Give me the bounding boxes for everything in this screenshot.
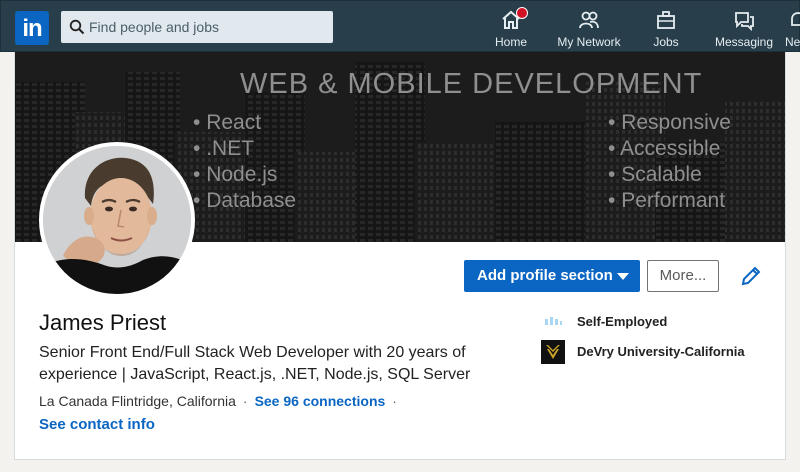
caret-down-icon	[617, 273, 629, 280]
search-placeholder: Find people and jobs	[89, 19, 219, 35]
notifications-icon	[791, 12, 800, 26]
profile-location: La Canada Flintridge, California	[39, 393, 236, 409]
nav-home-label: Home	[494, 35, 527, 49]
company-name: Self-Employed	[577, 314, 668, 329]
banner-quality: Performant	[608, 188, 731, 214]
connections-link[interactable]: See 96 connections	[255, 393, 386, 409]
banner-skill: React	[193, 110, 296, 136]
company-icon	[545, 317, 562, 325]
banner-skill: Node.js	[193, 162, 296, 188]
banner-quality: Scalable	[608, 162, 731, 188]
edit-pencil-icon[interactable]	[739, 264, 763, 288]
banner-quality: Responsive	[608, 110, 731, 136]
banner-skill: .NET	[193, 136, 296, 162]
nav-jobs[interactable]: Jobs	[646, 9, 686, 51]
profile-headline: Senior Front End/Full Stack Web Develope…	[39, 344, 471, 383]
nav-my-network-label: My Network	[557, 35, 621, 49]
nav-notifications-label: Ne	[785, 35, 800, 49]
search-input[interactable]: Find people and jobs	[61, 11, 333, 43]
search-icon	[69, 19, 85, 35]
linkedin-logo[interactable]: in	[15, 11, 49, 45]
banner-qualities-list: Responsive Accessible Scalable Performan…	[608, 110, 731, 214]
nav-home[interactable]: Home	[489, 7, 533, 51]
separator-dot: ·	[242, 393, 248, 409]
nav-my-network[interactable]: My Network	[554, 9, 624, 51]
notification-badge	[516, 7, 528, 19]
profile-name: James Priest	[39, 310, 167, 335]
global-nav: in Find people and jobs Home My Network	[0, 0, 800, 52]
banner-quality: Accessible	[608, 136, 731, 162]
banner-skills-list: React .NET Node.js Database	[193, 110, 296, 214]
nav-messaging[interactable]: Messaging	[713, 9, 775, 51]
more-button[interactable]: More...	[647, 260, 719, 292]
nav-jobs-label: Jobs	[653, 35, 679, 49]
profile-meta: La Canada Flintridge, California · See 96 …	[39, 393, 404, 409]
network-icon	[579, 11, 599, 29]
contact-info-link[interactable]: See contact info	[39, 416, 155, 433]
profile-photo[interactable]	[39, 142, 195, 298]
separator-dot: ·	[392, 393, 397, 409]
school-logo-icon	[541, 340, 565, 364]
profile-photo-image	[43, 146, 191, 294]
nav-messaging-label: Messaging	[714, 35, 774, 49]
add-profile-section-label: Add profile section	[477, 267, 613, 284]
school-name: DeVry University-California	[577, 344, 745, 359]
messaging-icon	[735, 12, 754, 31]
nav-notifications[interactable]: Ne	[785, 9, 800, 51]
profile-card: WEB & MOBILE DEVELOPMENT React .NET Node…	[14, 52, 786, 460]
add-profile-section-button[interactable]: Add profile section	[464, 260, 640, 292]
banner-title: WEB & MOBILE DEVELOPMENT	[240, 68, 703, 100]
banner-skill: Database	[193, 188, 296, 214]
briefcase-icon	[657, 11, 675, 29]
